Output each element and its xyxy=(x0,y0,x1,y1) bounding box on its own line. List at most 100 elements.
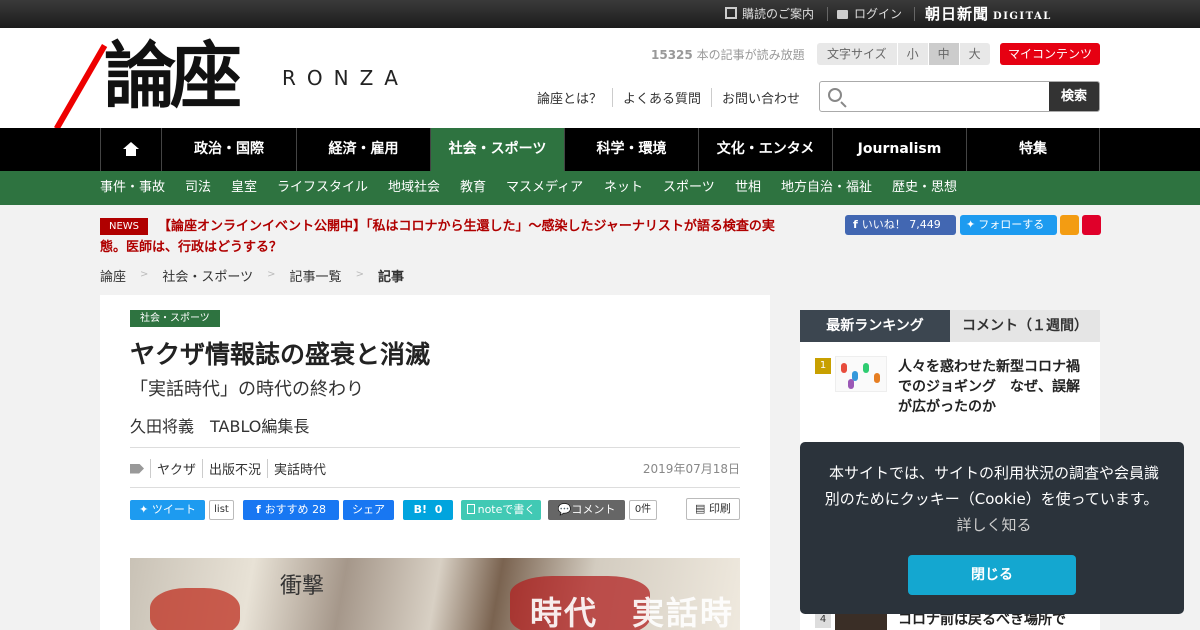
fb-like-label: いいね！ xyxy=(861,218,906,231)
font-size-label: 文字サイズ xyxy=(817,43,897,65)
news-text: 【論座オンラインイベント公開中】「私はコロナから生還した」～感染したジャーナリス… xyxy=(100,219,775,255)
ranking-title: 人々を惑わせた新型コロナ禍でのジョギング なぜ、誤解が広がったのか xyxy=(898,359,1080,415)
news-banner[interactable]: NEWS 【論座オンラインイベント公開中】「私はコロナから生還した」～感染したジャ… xyxy=(100,216,780,258)
tweet-button[interactable]: ✦ ツイート xyxy=(130,500,205,520)
articles-count-text: 本の記事が読み放題 xyxy=(696,48,805,62)
search-box: 検索 xyxy=(819,81,1100,112)
facebook-share-button[interactable]: シェア xyxy=(343,500,394,520)
subnav-item[interactable]: ネット xyxy=(604,171,643,205)
search-button[interactable]: 検索 xyxy=(1049,82,1099,111)
breadcrumb-category[interactable]: 社会・スポーツ xyxy=(162,266,253,285)
article-author[interactable]: 久田将義 TABLO編集長 xyxy=(130,413,309,437)
article-category[interactable]: 社会・スポーツ xyxy=(130,310,220,327)
logo-slash-mark xyxy=(54,44,108,131)
ranking-thumbnail xyxy=(835,356,887,392)
subnav-item[interactable]: 事件・事故 xyxy=(100,171,165,205)
printer-icon: ▤ xyxy=(695,502,709,515)
fb-recommend-count: 28 xyxy=(312,503,327,516)
articles-count: 15325 本の記事が読み放題 xyxy=(651,46,805,63)
comment-button[interactable]: 💬コメント xyxy=(548,500,625,520)
breadcrumb-list[interactable]: 記事一覧 xyxy=(290,266,342,285)
subnav-item[interactable]: スポーツ xyxy=(663,171,715,205)
nav-tab-special[interactable]: 特集 xyxy=(966,128,1100,171)
subnav-item[interactable]: 司法 xyxy=(185,171,211,205)
comment-icon: 💬 xyxy=(557,503,572,516)
twitter-follow-label: フォローする xyxy=(978,218,1045,231)
facebook-like-button[interactable]: f いいね！ 7,449 xyxy=(845,215,956,235)
login-label: ログイン xyxy=(854,7,903,21)
nav-home[interactable] xyxy=(100,128,161,171)
subnav-item[interactable]: 地域社会 xyxy=(388,171,440,205)
font-size-large[interactable]: 大 xyxy=(959,43,990,65)
about-link[interactable]: 論座とは？ xyxy=(537,88,612,107)
nav-tab-politics[interactable]: 政治・国際 xyxy=(161,128,296,171)
facebook-icon: f xyxy=(853,218,858,231)
home-icon xyxy=(123,142,139,156)
hatena-count: 0 xyxy=(434,503,443,516)
rank-number: 4 xyxy=(815,612,831,628)
cookie-banner: 本サイトでは、サイトの利用状況の調査や会員識別のためにクッキー（Cookie）を… xyxy=(800,442,1184,614)
list-count[interactable]: list xyxy=(209,500,234,520)
fb-recommend-label: おすすめ xyxy=(264,503,309,516)
mail-icon[interactable] xyxy=(1082,215,1101,235)
nav-tab-society[interactable]: 社会・スポーツ xyxy=(430,128,564,171)
rss-icon[interactable] xyxy=(1060,215,1079,235)
breadcrumb-separator: > xyxy=(140,269,149,280)
faq-link[interactable]: よくある質問 xyxy=(612,88,711,107)
twitter-icon: ✦ xyxy=(966,218,976,231)
global-nav: 政治・国際 経済・雇用 社会・スポーツ 科学・環境 文化・エンタメ Journa… xyxy=(0,128,1200,171)
print-label: 印刷 xyxy=(708,502,731,515)
cookie-more-link[interactable]: 詳しく知る xyxy=(956,516,1031,534)
subscription-guide-link[interactable]: 購読のご案内 xyxy=(725,0,814,28)
header-links: 論座とは？ よくある質問 お問い合わせ xyxy=(537,88,810,107)
print-button[interactable]: ▤ 印刷 xyxy=(686,498,740,520)
tab-comment-ranking[interactable]: コメント（１週間） xyxy=(950,310,1100,342)
twitter-follow-button[interactable]: ✦ フォローする xyxy=(960,215,1057,235)
breadcrumb: 論座 > 社会・スポーツ > 記事一覧 > 記事 xyxy=(100,266,404,285)
subnav-item[interactable]: 世相 xyxy=(735,171,761,205)
hatena-bookmark-button[interactable]: B! 0 xyxy=(403,500,453,520)
subnav-item[interactable]: マスメディア xyxy=(506,171,583,205)
my-contents-button[interactable]: マイコンテンツ xyxy=(1000,43,1100,65)
search-input[interactable] xyxy=(852,82,1052,111)
tweet-label: ツイート xyxy=(151,503,196,516)
breadcrumb-current: 記事 xyxy=(377,270,404,285)
fb-like-count: 7,449 xyxy=(909,218,941,231)
subnav-item[interactable]: 歴史・思想 xyxy=(892,171,957,205)
nav-tab-culture[interactable]: 文化・エンタメ xyxy=(698,128,832,171)
font-size-medium[interactable]: 中 xyxy=(928,43,959,65)
comment-count[interactable]: 0件 xyxy=(629,500,657,520)
subnav-item[interactable]: 教育 xyxy=(460,171,486,205)
rank-number: 1 xyxy=(815,358,831,374)
facebook-recommend-button[interactable]: f おすすめ 28 xyxy=(243,500,339,520)
tag-link[interactable]: 実話時代 xyxy=(267,459,332,478)
font-size-small[interactable]: 小 xyxy=(897,43,928,65)
note-icon xyxy=(466,504,475,514)
hatena-label: B! xyxy=(413,503,428,516)
nav-tab-science[interactable]: 科学・環境 xyxy=(564,128,698,171)
asahi-brand-sub: DIGITAL xyxy=(993,11,1052,22)
photo-text: 衝撃 xyxy=(280,574,325,599)
breadcrumb-home[interactable]: 論座 xyxy=(100,266,126,285)
tag-link[interactable]: ヤクザ xyxy=(150,459,202,478)
contact-link[interactable]: お問い合わせ xyxy=(711,88,810,107)
tag-link[interactable]: 出版不況 xyxy=(202,459,267,478)
site-header: 論座 RONZA 15325 本の記事が読み放題 文字サイズ 小 中 大 マイコ… xyxy=(0,28,1200,131)
article-tags: ヤクザ 出版不況 実話時代 xyxy=(130,459,332,478)
login-link[interactable]: ログイン xyxy=(837,0,902,28)
breadcrumb-separator: > xyxy=(267,269,276,280)
divider xyxy=(130,487,740,488)
photo-text: 時代 実話時 xyxy=(530,594,735,630)
nav-tab-journalism[interactable]: Journalism xyxy=(832,128,966,171)
subnav-item[interactable]: 地方自治・福祉 xyxy=(781,171,872,205)
articles-count-number: 15325 xyxy=(651,48,693,62)
asahi-digital-logo[interactable]: 朝日新聞 DIGITAL xyxy=(925,0,1052,28)
nav-tab-economy[interactable]: 経済・雇用 xyxy=(296,128,430,171)
subscription-guide-label: 購読のご案内 xyxy=(742,7,815,21)
tab-latest-ranking[interactable]: 最新ランキング xyxy=(800,310,950,342)
subnav-item[interactable]: ライフスタイル xyxy=(277,171,368,205)
subnav-item[interactable]: 皇室 xyxy=(231,171,257,205)
cookie-close-button[interactable]: 閉じる xyxy=(908,555,1076,595)
note-button[interactable]: noteで書く xyxy=(461,500,541,520)
ronza-logo[interactable]: 論座 xyxy=(104,36,242,116)
